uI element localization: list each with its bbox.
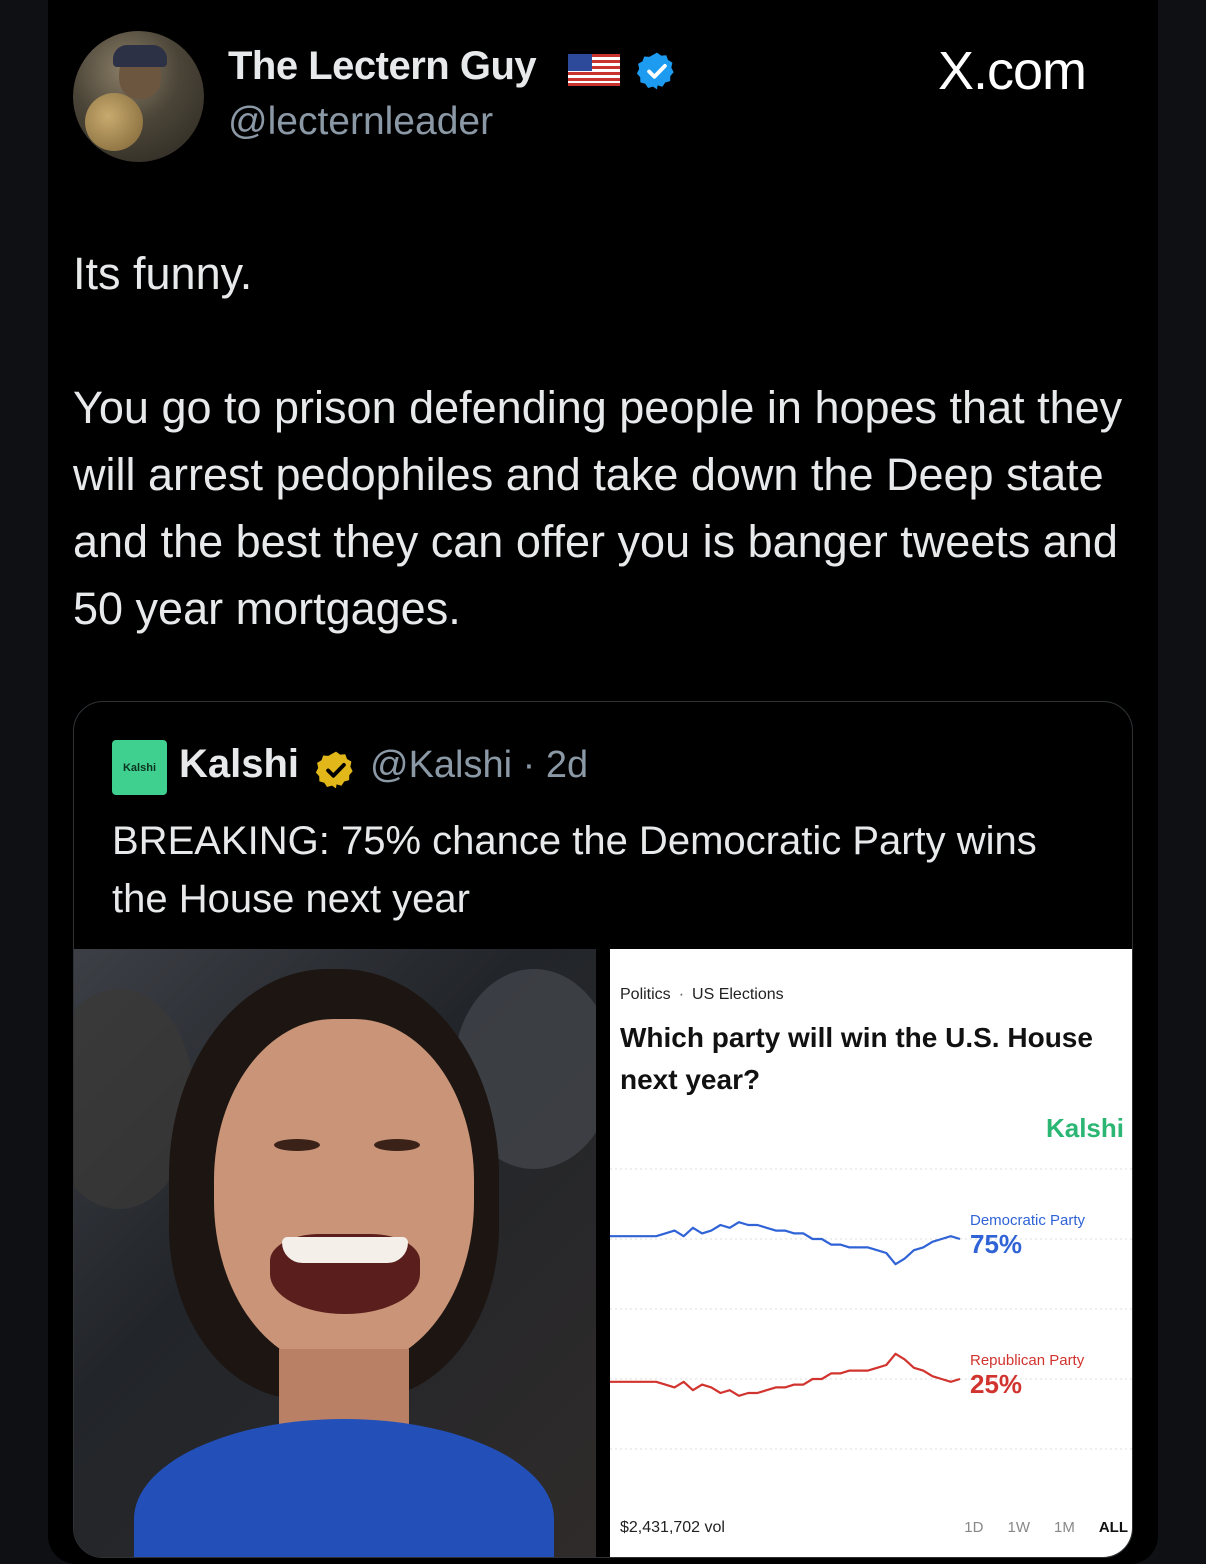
quoted-tweet[interactable]: Kalshi Kalshi @Kalshi · 2d BREAKING: 75%… (73, 701, 1133, 1558)
series-name-label: Republican Party (970, 1352, 1085, 1369)
site-watermark: X.com (938, 41, 1087, 101)
time-range-selector: 1D 1W 1M ALL (940, 1519, 1128, 1536)
display-name[interactable]: The Lectern Guy (228, 44, 537, 89)
tweet-text: Its funny. You go to prison defending pe… (73, 248, 1123, 634)
crumb-politics[interactable]: Politics (620, 986, 671, 1003)
probability-chart: Democratic Party75% Republican Party25% (610, 1168, 1132, 1450)
user-handle[interactable]: @lecternleader (228, 100, 493, 144)
quoted-handle-time[interactable]: @Kalshi · 2d (370, 744, 588, 787)
series-name-label: Democratic Party (970, 1212, 1086, 1229)
kalshi-market-card[interactable]: Politics · US Elections Which party will w… (610, 949, 1132, 1557)
series-line-democratic (610, 1221, 961, 1266)
range-all[interactable]: ALL (1099, 1519, 1128, 1536)
series-value-label: 25% (970, 1369, 1022, 1399)
volume-label: $2,431,702 vol (620, 1519, 725, 1536)
quoted-display-name[interactable]: Kalshi (179, 742, 299, 787)
us-flag-icon (568, 54, 620, 86)
kalshi-brand-label: Kalshi (1045, 1113, 1124, 1143)
breadcrumb: Politics · US Elections (620, 986, 784, 1004)
series-value-label: 75% (970, 1229, 1022, 1259)
range-1w[interactable]: 1W (1007, 1519, 1030, 1536)
verified-badge-icon (636, 52, 674, 90)
photo-smiling-woman[interactable] (74, 949, 596, 1557)
series-line-republican (610, 1352, 961, 1397)
quoted-tweet-text: BREAKING: 75% chance the Democratic Part… (112, 819, 1037, 921)
crumb-separator: · (678, 986, 685, 1003)
range-1m[interactable]: 1M (1054, 1519, 1075, 1536)
market-title: Which party will win the U.S. House next… (620, 1022, 1093, 1095)
verified-gold-badge-icon (315, 751, 353, 789)
profile-avatar[interactable] (73, 31, 204, 162)
kalshi-logo-icon[interactable]: Kalshi (112, 740, 167, 795)
range-1d[interactable]: 1D (964, 1519, 983, 1536)
crumb-us-elections[interactable]: US Elections (692, 986, 784, 1003)
